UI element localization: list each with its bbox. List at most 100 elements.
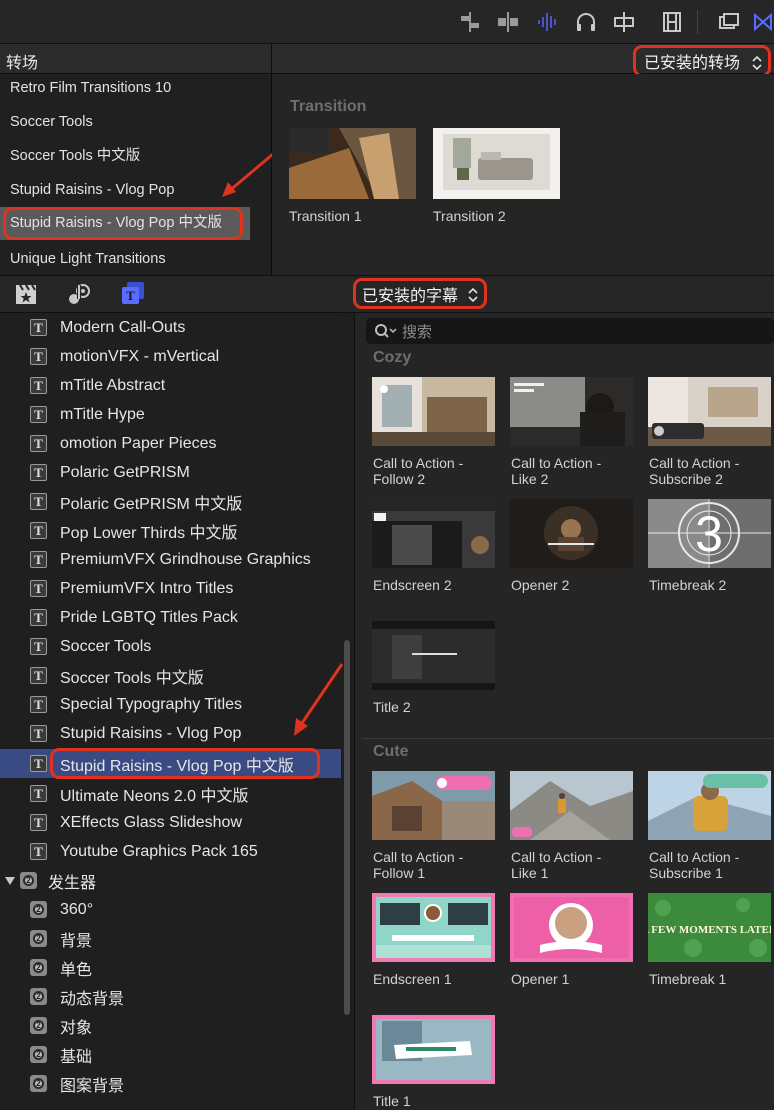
cute-timebreak-1-thumbnail[interactable]: A FEW MOMENTS LATER — [648, 893, 771, 962]
cute-call-to-action-subscribe-1-thumbnail[interactable] — [648, 771, 771, 840]
list-item[interactable]: T Polaric GetPRISM 中文版 — [0, 487, 341, 516]
list-item[interactable]: 2 基础 — [0, 1040, 341, 1069]
cute-call-to-action-like-1-thumbnail[interactable] — [510, 771, 633, 840]
list-item[interactable]: 2 对象 — [0, 1011, 341, 1040]
title-label: Opener 2 — [511, 577, 570, 593]
generator-icon: 2 — [20, 872, 37, 889]
top-toolbar — [0, 0, 774, 44]
list-item[interactable]: 2 图案背景 — [0, 1069, 341, 1098]
list-item[interactable]: TmotionVFX - mVertical — [0, 342, 341, 371]
svg-text:T: T — [126, 288, 135, 303]
list-item[interactable]: Retro Film Transitions 10 — [0, 74, 250, 108]
cozy-timebreak-2-thumbnail[interactable]: 3 — [648, 499, 771, 568]
timebreak-1-text: A FEW MOMENTS LATER — [648, 924, 771, 936]
disclosure-triangle-icon[interactable] — [5, 876, 15, 886]
list-item[interactable]: T Pop Lower Thirds 中文版 — [0, 516, 341, 545]
cozy-call-to-action-subscribe-2-thumbnail[interactable] — [648, 377, 771, 446]
cozy-opener-2-thumbnail[interactable] — [510, 499, 633, 568]
generator-icon: 2 — [30, 1046, 47, 1063]
title-icon: T — [30, 580, 47, 597]
list-item[interactable]: TmTitle Abstract — [0, 371, 341, 400]
skimming-icon[interactable] — [611, 10, 637, 34]
list-item[interactable]: T XEffects Glass Slideshow — [0, 808, 341, 837]
list-item[interactable]: T Soccer Tools — [0, 632, 341, 661]
music-camera-icon[interactable] — [66, 282, 92, 311]
title-icon: T — [30, 609, 47, 626]
titles-category-label: 已安装的字幕 — [362, 287, 459, 305]
titles-generators-icon[interactable]: T — [120, 281, 146, 312]
title-label: Endscreen 2 — [373, 577, 452, 593]
fcp-browser: 转场 已安装的转场 Retro Film Transitions 10 Socc… — [0, 0, 774, 1110]
list-item[interactable]: Soccer Tools 中文版 — [0, 142, 250, 176]
list-item[interactable]: T Youtube Graphics Pack 165 — [0, 837, 341, 866]
title-icon: T — [30, 522, 47, 539]
title-icon: T — [30, 696, 47, 713]
list-item[interactable]: T PremiumVFX Intro Titles — [0, 574, 341, 603]
list-item[interactable]: TmTitle Hype — [0, 400, 341, 429]
transitions-browser-icon[interactable] — [752, 10, 774, 34]
generator-icon: 2 — [30, 1075, 47, 1092]
list-item[interactable]: Stupid Raisins - Vlog Pop — [0, 176, 250, 210]
filmstrip-icon[interactable] — [659, 10, 685, 34]
list-item[interactable]: Tomotion Paper Pieces — [0, 429, 341, 458]
section-label: Cozy — [373, 349, 412, 366]
list-item[interactable]: 2 动态背景 — [0, 982, 341, 1011]
generator-icon: 2 — [30, 930, 47, 947]
title-icon: T — [30, 464, 47, 481]
list-item[interactable]: T PremiumVFX Grindhouse Graphics — [0, 545, 341, 574]
title-label: Title 2 — [373, 699, 411, 715]
chevron-updown-icon — [752, 55, 762, 71]
window-icon[interactable] — [716, 10, 742, 34]
cute-call-to-action-follow-1-thumbnail[interactable] — [372, 771, 495, 840]
list-item-selected[interactable]: T Stupid Raisins - Vlog Pop 中文版 — [0, 748, 341, 779]
cozy-call-to-action-follow-2-thumbnail[interactable] — [372, 377, 495, 446]
annotation-arrow — [222, 152, 274, 197]
title-label: Call to Action - Follow 2 — [373, 455, 464, 487]
list-item-selected[interactable]: Stupid Raisins - Vlog Pop 中文版 — [0, 207, 250, 240]
titles-category-select[interactable]: 已安装的字幕 — [353, 278, 487, 309]
cute-title-1-thumbnail[interactable] — [372, 1015, 495, 1084]
transitions-grid: Transition Transition 1 Transition 2 — [272, 74, 774, 275]
list-item[interactable]: 2 360° — [0, 895, 341, 924]
generators-group[interactable]: 2 发生器 — [0, 866, 341, 895]
title-label: Call to Action - Follow 1 — [373, 849, 464, 881]
timebreak-number: 3 — [695, 506, 723, 562]
annotation-arrow — [294, 663, 344, 736]
list-item[interactable]: T Polaric GetPRISM — [0, 458, 341, 487]
search-placeholder: 搜索 — [402, 323, 433, 341]
cozy-title-2-thumbnail[interactable] — [372, 621, 495, 690]
waveform-icon[interactable] — [535, 10, 561, 34]
cute-opener-1-thumbnail[interactable] — [510, 893, 633, 962]
title-icon: T — [30, 551, 47, 568]
list-item[interactable]: T Pride LGBTQ Titles Pack — [0, 603, 341, 632]
list-item[interactable]: 2 单色 — [0, 953, 341, 982]
search-icon — [375, 324, 397, 338]
audio-split-icon[interactable] — [495, 10, 521, 34]
title-label: Title 1 — [373, 1093, 411, 1109]
title-icon: T — [30, 814, 47, 831]
title-icon: T — [30, 493, 47, 510]
list-item[interactable]: 2 背景 — [0, 924, 341, 953]
list-item[interactable]: Unique Light Transitions — [0, 245, 250, 279]
clip-connections-icon[interactable] — [457, 10, 483, 34]
title-icon: T — [30, 348, 47, 365]
cozy-endscreen-2-thumbnail[interactable] — [372, 499, 495, 568]
search-field[interactable]: 搜索 — [366, 318, 774, 344]
list-item[interactable]: T Ultimate Neons 2.0 中文版 — [0, 779, 341, 808]
transitions-category-select[interactable]: 已安装的转场 — [633, 45, 771, 77]
title-label: Call to Action - Like 2 — [511, 455, 602, 487]
transition-1-thumbnail[interactable] — [289, 128, 416, 199]
list-item[interactable]: T Modern Call-Outs — [0, 313, 341, 342]
title-icon: T — [30, 725, 47, 742]
cozy-call-to-action-like-2-thumbnail[interactable] — [510, 377, 633, 446]
list-item[interactable]: Soccer Tools — [0, 108, 250, 142]
transition-2-thumbnail[interactable] — [433, 128, 560, 199]
section-divider — [362, 738, 774, 739]
headphones-icon[interactable] — [573, 10, 599, 34]
generator-icon: 2 — [30, 988, 47, 1005]
title-label: Timebreak 2 — [649, 577, 727, 593]
cute-endscreen-1-thumbnail[interactable] — [372, 893, 495, 962]
transition-1-label: Transition 1 — [289, 208, 362, 224]
title-label: Opener 1 — [511, 971, 570, 987]
clapper-star-icon[interactable] — [14, 282, 38, 311]
